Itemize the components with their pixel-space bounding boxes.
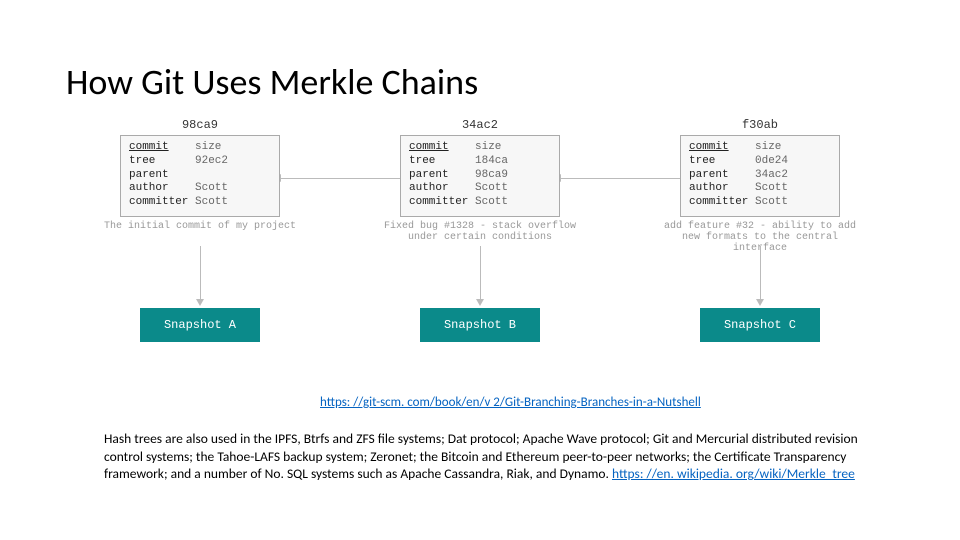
field-value: size bbox=[475, 141, 501, 155]
field-value: size bbox=[755, 141, 781, 155]
commit-box: commitsize tree0de24 parent34ac2 authorS… bbox=[680, 135, 840, 217]
commit-hash: f30ab bbox=[650, 118, 870, 132]
field-label: commit bbox=[409, 141, 475, 155]
source-link[interactable]: https: //git-scm. com/book/en/v 2/Git-Br… bbox=[320, 395, 701, 410]
arrow-down-icon bbox=[760, 246, 761, 300]
field-label: tree bbox=[129, 155, 195, 169]
field-value: 34ac2 bbox=[755, 169, 788, 183]
arrow-down-icon bbox=[200, 246, 201, 300]
field-label: author bbox=[129, 182, 195, 196]
arrow-down-icon bbox=[480, 246, 481, 300]
field-label: tree bbox=[689, 155, 755, 169]
field-value: 184ca bbox=[475, 155, 508, 169]
field-value: Scott bbox=[475, 196, 508, 210]
field-label: commit bbox=[129, 141, 195, 155]
field-value: size bbox=[195, 141, 221, 155]
commit-hash: 34ac2 bbox=[370, 118, 590, 132]
snapshot-box: Snapshot B bbox=[420, 308, 540, 342]
git-merkle-diagram: 98ca9 commitsize tree92ec2 parent author… bbox=[90, 118, 870, 378]
field-label: author bbox=[689, 182, 755, 196]
body-paragraph: Hash trees are also used in the IPFS, Bt… bbox=[104, 430, 874, 483]
commit-message: add feature #32 - ability to add new for… bbox=[660, 221, 860, 254]
field-value: Scott bbox=[475, 182, 508, 196]
commit-hash: 98ca9 bbox=[90, 118, 310, 132]
commit-message: The initial commit of my project bbox=[100, 221, 300, 232]
field-value: Scott bbox=[755, 182, 788, 196]
field-label: committer bbox=[689, 196, 755, 210]
commit-box: commitsize tree184ca parent98ca9 authorS… bbox=[400, 135, 560, 217]
field-label: author bbox=[409, 182, 475, 196]
commit-column: 98ca9 commitsize tree92ec2 parent author… bbox=[90, 118, 310, 232]
slide-title: How Git Uses Merkle Chains bbox=[66, 60, 478, 104]
commit-column: f30ab commitsize tree0de24 parent34ac2 a… bbox=[650, 118, 870, 254]
field-value: Scott bbox=[195, 182, 228, 196]
field-label: parent bbox=[689, 169, 755, 183]
field-value: 98ca9 bbox=[475, 169, 508, 183]
field-label: tree bbox=[409, 155, 475, 169]
field-label: committer bbox=[409, 196, 475, 210]
snapshot-box: Snapshot A bbox=[140, 308, 260, 342]
field-label: parent bbox=[409, 169, 475, 183]
field-label: parent bbox=[129, 169, 195, 183]
field-value: 0de24 bbox=[755, 155, 788, 169]
field-label: commit bbox=[689, 141, 755, 155]
commit-column: 34ac2 commitsize tree184ca parent98ca9 a… bbox=[370, 118, 590, 243]
commit-message: Fixed bug #1328 - stack overflow under c… bbox=[380, 221, 580, 243]
commit-box: commitsize tree92ec2 parent authorScott … bbox=[120, 135, 280, 217]
wiki-link[interactable]: https: //en. wikipedia. org/wiki/Merkle_… bbox=[612, 465, 855, 482]
snapshot-box: Snapshot C bbox=[700, 308, 820, 342]
field-value: 92ec2 bbox=[195, 155, 228, 169]
field-value: Scott bbox=[195, 196, 228, 210]
field-label: committer bbox=[129, 196, 195, 210]
field-value: Scott bbox=[755, 196, 788, 210]
